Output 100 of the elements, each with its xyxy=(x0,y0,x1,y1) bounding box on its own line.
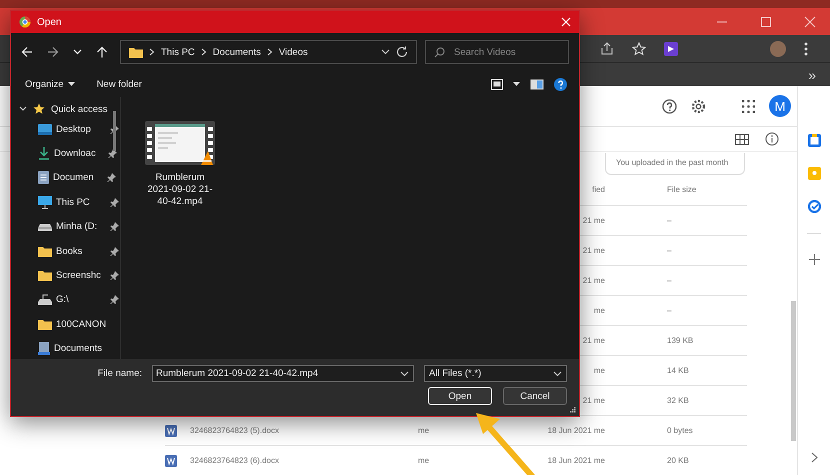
navigation-item[interactable]: This PC xyxy=(11,190,120,215)
filter-chip[interactable]: You uploaded in the past month xyxy=(605,153,745,175)
owner-cell-text: me xyxy=(418,456,430,465)
word-document-icon xyxy=(165,424,177,436)
grid-view-icon[interactable] xyxy=(735,134,749,144)
organize-button[interactable]: Organize xyxy=(23,76,77,92)
folder-icon xyxy=(38,246,52,257)
help-icon[interactable] xyxy=(554,78,567,90)
file-size-cell-text: 0 bytes xyxy=(667,426,694,435)
view-options-icon[interactable] xyxy=(491,78,503,90)
download-icon xyxy=(38,147,50,160)
documents-library-icon xyxy=(38,342,50,356)
file-size-cell-text: 14 KB xyxy=(667,366,690,375)
navigation-item[interactable]: Downloac xyxy=(11,141,120,166)
chevron-down-icon[interactable] xyxy=(400,371,409,377)
refresh-icon[interactable] xyxy=(396,46,408,58)
info-icon[interactable] xyxy=(765,132,779,146)
tasks-icon[interactable] xyxy=(808,200,820,213)
navigation-item[interactable]: Minha (D: xyxy=(11,214,120,239)
forward-arrow-icon[interactable] xyxy=(47,46,59,58)
share-icon[interactable] xyxy=(600,42,614,56)
modified-cell: 21 me xyxy=(582,276,605,285)
chevron-right-icon xyxy=(149,48,155,56)
file-name-cell[interactable]: 3246823764823 (6).docx xyxy=(190,456,418,465)
navigation-item[interactable]: Screenshc xyxy=(11,263,120,288)
dialog-button[interactable]: Cancel xyxy=(503,387,567,405)
modified-cell: 18 Jun 2021 me xyxy=(548,426,605,435)
dialog-title: Open xyxy=(37,16,62,28)
help-icon[interactable] xyxy=(662,98,677,114)
folder-icon xyxy=(129,46,143,58)
breadcrumb-item[interactable]: Documents xyxy=(212,46,261,58)
chevron-right-icon[interactable] xyxy=(810,452,818,463)
navigation-item[interactable]: Books xyxy=(11,238,120,264)
add-icon[interactable] xyxy=(808,254,820,265)
column-header[interactable]: fied xyxy=(592,185,605,194)
modified-cell: me xyxy=(594,366,605,375)
file-size-cell-text: – xyxy=(667,216,672,225)
file-size-cell-text: – xyxy=(667,276,672,285)
back-arrow-icon[interactable] xyxy=(21,46,33,58)
quick-access-item[interactable]: Quick access xyxy=(11,101,120,117)
address-bar[interactable]: This PC Documents Videos xyxy=(120,40,417,64)
up-arrow-icon[interactable] xyxy=(96,46,108,58)
modified-cell: me xyxy=(594,306,605,315)
folder-icon xyxy=(38,270,52,282)
file-size-cell-text: – xyxy=(667,306,672,315)
modified-cell: 18 Jun 2021 me xyxy=(548,456,605,465)
modified-cell: 21 me xyxy=(582,216,605,225)
drive-icon xyxy=(38,222,52,231)
file-size-cell-text: – xyxy=(667,246,672,255)
file-name-label: File name: xyxy=(98,368,142,379)
caret-icon xyxy=(68,82,75,86)
chevron-down-icon[interactable] xyxy=(381,49,390,55)
account-avatar[interactable]: M xyxy=(769,95,791,117)
dialog-button[interactable]: Open xyxy=(428,387,492,405)
maximize-icon[interactable] xyxy=(760,16,772,28)
file-size-cell-text: 20 KB xyxy=(667,456,690,465)
breadcrumb-item[interactable]: This PC xyxy=(161,46,195,58)
document-icon xyxy=(38,171,49,184)
star-icon xyxy=(33,103,45,115)
preview-pane-icon[interactable] xyxy=(530,78,544,90)
desktop-folder-icon xyxy=(38,124,52,135)
chevron-right-icon xyxy=(200,48,207,56)
file-type-dropdown[interactable]: All Files (*.*) xyxy=(424,365,567,382)
chevron-icon xyxy=(19,106,27,112)
caret-icon[interactable] xyxy=(513,82,520,86)
calendar-icon[interactable] xyxy=(808,134,820,147)
folder-icon xyxy=(38,318,52,330)
modified-cell: 21 me xyxy=(582,246,605,255)
file-name-field[interactable]: Rumblerum 2021-09-02 21-40-42.mp4 xyxy=(152,365,414,382)
search-icon xyxy=(434,47,445,58)
close-icon[interactable] xyxy=(804,16,816,28)
chevron-right-icon xyxy=(266,48,273,56)
app-icon xyxy=(19,16,31,28)
scrollbar-thumb[interactable] xyxy=(113,111,116,151)
owner-cell-text: me xyxy=(418,426,430,435)
resize-grip-icon[interactable] xyxy=(569,406,576,413)
menu-icon[interactable] xyxy=(804,42,808,56)
settings-icon[interactable] xyxy=(691,98,706,114)
file-item[interactable]: Rumblerum 2021-09-02 21-40-42.mp4 xyxy=(139,121,221,208)
file-size-cell-text: 32 KB xyxy=(667,396,690,405)
file-name-cell[interactable]: 3246823764823 (5).docx xyxy=(190,426,418,435)
scrollbar-thumb[interactable] xyxy=(791,301,796,441)
monitor-icon xyxy=(38,196,52,209)
apps-grid-icon[interactable] xyxy=(742,100,755,112)
breadcrumb-item[interactable]: Videos xyxy=(278,46,308,58)
new-folder-button[interactable]: New folder xyxy=(94,76,144,92)
more-bookmarks-button[interactable]: » xyxy=(808,66,816,82)
navigation-item[interactable]: 100CANON xyxy=(11,312,120,337)
navigation-item[interactable]: Documen xyxy=(11,166,120,190)
star-icon[interactable] xyxy=(632,42,646,56)
file-size-cell-text: 139 KB xyxy=(667,336,694,345)
navigation-item[interactable]: Documents xyxy=(11,336,120,361)
word-document-icon xyxy=(165,454,177,466)
network-drive-icon xyxy=(38,294,52,306)
extension-icon[interactable] xyxy=(664,42,678,56)
column-header[interactable]: File size xyxy=(667,185,747,194)
modified-cell: 21 me xyxy=(582,336,605,345)
search-field[interactable]: Search Videos xyxy=(425,40,569,64)
modified-cell: 21 me xyxy=(582,396,605,405)
navigation-item[interactable]: G:\ xyxy=(11,288,120,312)
